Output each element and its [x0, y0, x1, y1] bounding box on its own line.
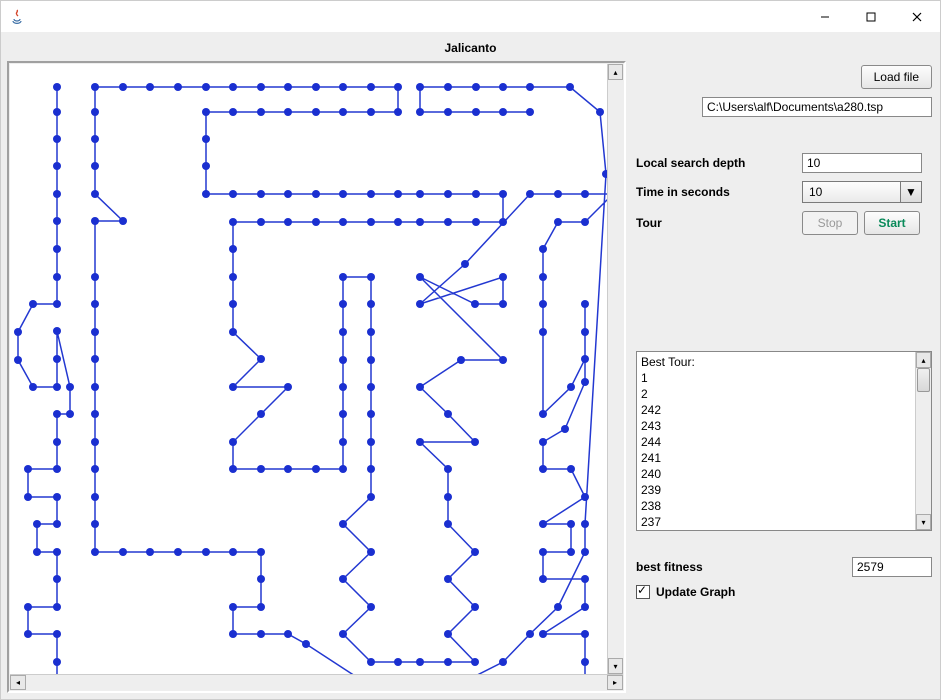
scroll-right-icon[interactable]: ▸	[607, 675, 623, 690]
control-panel: Load file Local search depth Time in sec…	[634, 61, 934, 693]
load-file-button[interactable]: Load file	[861, 65, 932, 89]
update-graph-label: Update Graph	[656, 585, 735, 599]
maximize-button[interactable]	[848, 1, 894, 32]
update-graph-checkbox[interactable]	[636, 585, 650, 599]
tour-output-text[interactable]: Best Tour: 1 2 242 243 244 241 240 239 2…	[637, 352, 915, 530]
close-button[interactable]	[894, 1, 940, 32]
graph-vscrollbar[interactable]: ▴ ▾	[607, 64, 623, 674]
app-window: Jalicanto ▴ ▾ ◂ ▸	[0, 0, 941, 700]
graph-canvas[interactable]	[10, 64, 607, 674]
time-combo-value: 10	[803, 182, 901, 202]
java-icon	[9, 9, 25, 25]
dropdown-arrow-icon[interactable]: ▼	[901, 182, 921, 202]
tour-label: Tour	[636, 216, 796, 230]
main-row: ▴ ▾ ◂ ▸ Load file	[7, 61, 934, 693]
scroll-left-icon[interactable]: ◂	[10, 675, 26, 690]
output-vscrollbar[interactable]: ▴ ▾	[915, 352, 931, 530]
titlebar	[1, 1, 940, 33]
scroll-up-icon[interactable]: ▴	[608, 64, 623, 80]
graph-panel: ▴ ▾ ◂ ▸	[7, 61, 626, 693]
graph-hscrollbar[interactable]: ◂ ▸	[10, 674, 623, 690]
scroll-down-icon[interactable]: ▾	[608, 658, 623, 674]
content-area: Jalicanto ▴ ▾ ◂ ▸	[1, 33, 940, 699]
file-path-field[interactable]	[702, 97, 932, 117]
tour-output-area: Best Tour: 1 2 242 243 244 241 240 239 2…	[636, 351, 932, 531]
best-fitness-label: best fitness	[636, 560, 846, 574]
stop-button[interactable]: Stop	[802, 211, 858, 235]
scroll-thumb[interactable]	[917, 368, 930, 392]
time-label: Time in seconds	[636, 185, 796, 199]
local-search-input[interactable]	[802, 153, 922, 173]
tour-plot	[10, 64, 607, 674]
minimize-button[interactable]	[802, 1, 848, 32]
local-search-label: Local search depth	[636, 156, 796, 170]
scroll-up-icon[interactable]: ▴	[916, 352, 931, 368]
best-fitness-field[interactable]	[852, 557, 932, 577]
time-combo[interactable]: 10 ▼	[802, 181, 922, 203]
window-controls	[802, 1, 940, 32]
start-button[interactable]: Start	[864, 211, 920, 235]
app-title: Jalicanto	[7, 39, 934, 61]
scroll-down-icon[interactable]: ▾	[916, 514, 931, 530]
